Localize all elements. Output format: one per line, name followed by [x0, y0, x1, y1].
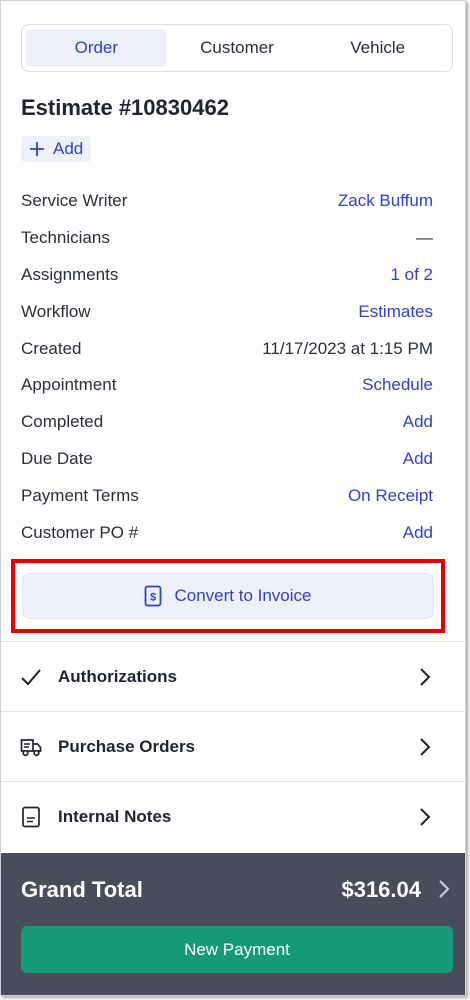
- detail-label: Payment Terms: [21, 485, 139, 505]
- created-value: 11/17/2023 at 1:15 PM: [262, 338, 433, 358]
- svg-text:$: $: [150, 592, 156, 604]
- convert-to-invoice-button[interactable]: $ Convert to Invoice: [22, 573, 434, 619]
- detail-label: Service Writer: [21, 191, 128, 211]
- plus-icon: [30, 142, 44, 156]
- technicians-value: —: [416, 228, 433, 248]
- detail-row-technicians: Technicians —: [21, 220, 433, 257]
- chevron-right-icon: [420, 668, 431, 686]
- detail-label: Technicians: [21, 228, 110, 248]
- grand-total-value[interactable]: $316.04: [341, 877, 421, 903]
- tab-customer[interactable]: Customer: [167, 29, 308, 67]
- detail-label: Customer PO #: [21, 522, 139, 542]
- section-authorizations[interactable]: Authorizations: [1, 641, 465, 711]
- detail-label: Created: [21, 338, 82, 358]
- estimate-details: Service Writer Zack Buffum Technicians —…: [21, 183, 433, 551]
- detail-row-assignments: Assignments 1 of 2: [21, 257, 433, 294]
- tab-order[interactable]: Order: [26, 29, 167, 67]
- invoice-dollar-icon: $: [145, 585, 162, 607]
- new-payment-button[interactable]: New Payment: [21, 926, 453, 973]
- payment-terms-link[interactable]: On Receipt: [348, 486, 433, 506]
- service-writer-link[interactable]: Zack Buffum: [338, 191, 433, 211]
- completed-add-link[interactable]: Add: [403, 412, 433, 432]
- chevron-right-icon[interactable]: [435, 879, 453, 899]
- estimate-panel: Order Customer Vehicle Estimate #1083046…: [0, 0, 466, 996]
- detail-row-due-date: Due Date Add: [21, 441, 433, 478]
- add-tag-label: Add: [53, 139, 84, 158]
- detail-label: Workflow: [21, 301, 91, 321]
- section-internal-notes[interactable]: Internal Notes: [1, 781, 465, 851]
- detail-row-created: Created 11/17/2023 at 1:15 PM: [21, 330, 433, 367]
- detail-row-payment-terms: Payment Terms On Receipt: [21, 477, 433, 514]
- detail-label: Assignments: [21, 264, 119, 284]
- schedule-link[interactable]: Schedule: [362, 375, 433, 395]
- add-tag-button[interactable]: Add: [21, 136, 92, 162]
- detail-row-customer-po: Customer PO # Add: [21, 514, 433, 551]
- checkmark-icon: [21, 669, 41, 686]
- detail-row-appointment: Appointment Schedule: [21, 367, 433, 404]
- detail-label: Appointment: [21, 375, 117, 395]
- detail-row-completed: Completed Add: [21, 404, 433, 441]
- chevron-right-icon: [420, 738, 431, 756]
- truck-icon: [20, 739, 42, 757]
- detail-label: Due Date: [21, 448, 93, 468]
- convert-to-invoice-label: Convert to Invoice: [174, 586, 312, 605]
- section-label: Authorizations: [58, 666, 177, 686]
- section-label: Purchase Orders: [58, 736, 196, 756]
- chevron-right-icon: [420, 808, 431, 826]
- section-purchase-orders[interactable]: Purchase Orders: [1, 711, 465, 781]
- detail-row-service-writer: Service Writer Zack Buffum: [21, 183, 433, 220]
- grand-total-footer: Grand Total $316.04 New Payment: [1, 853, 465, 995]
- note-icon: [22, 806, 40, 828]
- page-title: Estimate #10830462: [21, 95, 229, 120]
- detail-row-workflow: Workflow Estimates: [21, 293, 433, 330]
- detail-label: Completed: [21, 412, 104, 432]
- tab-bar: Order Customer Vehicle: [21, 24, 453, 72]
- due-date-add-link[interactable]: Add: [403, 449, 433, 469]
- tab-vehicle[interactable]: Vehicle: [307, 29, 448, 67]
- section-label: Internal Notes: [58, 806, 172, 826]
- workflow-link[interactable]: Estimates: [358, 302, 433, 322]
- assignments-link[interactable]: 1 of 2: [390, 265, 433, 285]
- grand-total-label: Grand Total: [21, 877, 143, 902]
- customer-po-add-link[interactable]: Add: [403, 523, 433, 543]
